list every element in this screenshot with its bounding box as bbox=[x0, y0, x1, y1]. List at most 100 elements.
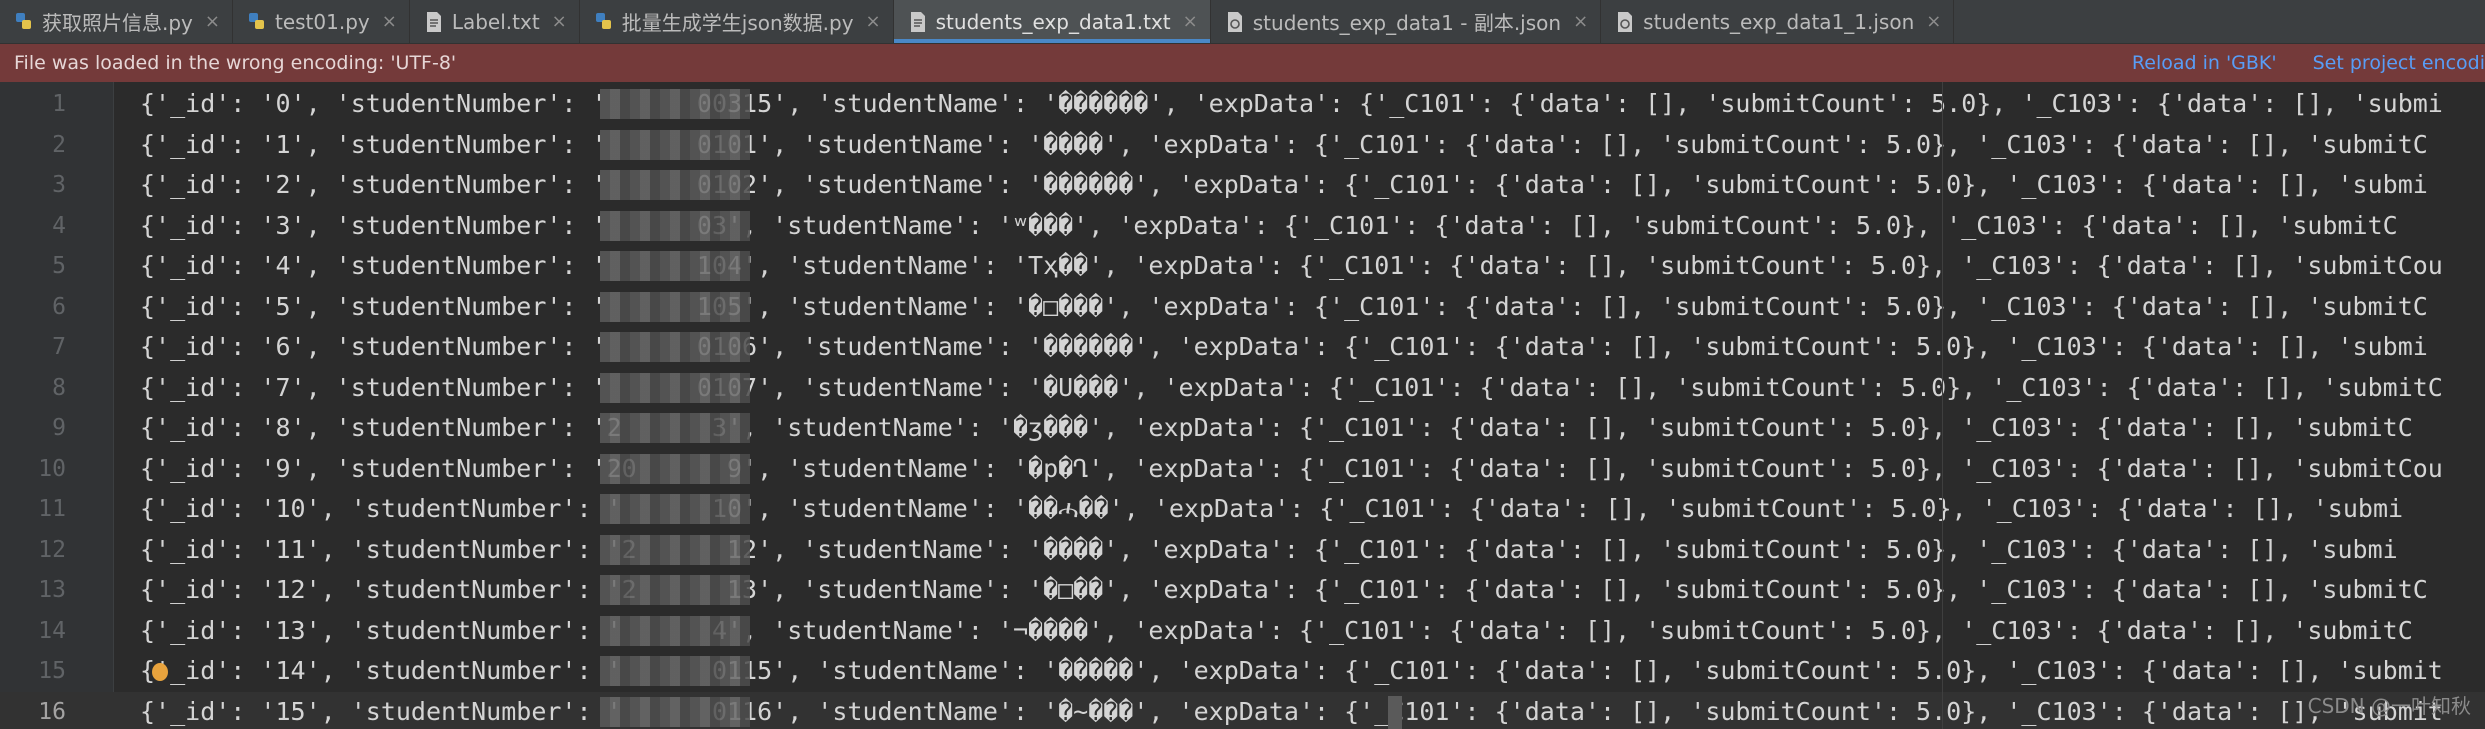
python-file-icon bbox=[247, 11, 267, 33]
code-line[interactable]: 6 {'_id': '5', 'studentNumber': ' 105', '… bbox=[0, 287, 2485, 328]
code-line[interactable]: 10 {'_id': '9', 'studentNumber': '20 9', … bbox=[0, 449, 2485, 490]
redaction-mosaic bbox=[600, 656, 750, 686]
code-text: {'_id': '6', 'studentNumber': ' 0106', '… bbox=[140, 332, 2428, 361]
reload-in-gbk-link[interactable]: Reload in 'GBK' bbox=[2132, 52, 2277, 74]
python-file-icon bbox=[594, 11, 614, 33]
code-text: {'_id': '12', 'studentNumber': '2 13', '… bbox=[140, 575, 2428, 604]
redaction-mosaic bbox=[600, 89, 750, 119]
redaction-mosaic bbox=[600, 534, 750, 565]
tab-3[interactable]: 批量生成学生json数据.py × bbox=[580, 0, 894, 43]
close-icon[interactable]: × bbox=[382, 11, 397, 32]
right-margin-guide bbox=[1942, 82, 1943, 729]
code-line[interactable]: 3 {'_id': '2', 'studentNumber': ' 0102', … bbox=[0, 165, 2485, 206]
line-number: 2 bbox=[52, 131, 66, 158]
text-cursor bbox=[1388, 695, 1402, 729]
redaction-mosaic bbox=[600, 291, 750, 322]
line-number: 1 bbox=[52, 91, 66, 117]
line-number: 7 bbox=[52, 334, 66, 360]
code-text: {'_id': '14', 'studentNumber': ' 0115', … bbox=[140, 656, 2443, 685]
code-line[interactable]: 5 {'_id': '4', 'studentNumber': ' 104', '… bbox=[0, 246, 2485, 287]
redaction-mosaic bbox=[600, 372, 750, 403]
json-file-icon bbox=[1615, 11, 1635, 33]
editor-tab-bar: 获取照片信息.py × test01.py × Label.txt × 批量生成学生json… bbox=[0, 0, 2485, 44]
line-number: 6 bbox=[52, 293, 66, 320]
code-line[interactable]: 2 {'_id': '1', 'studentNumber': ' 0101', … bbox=[0, 125, 2485, 166]
code-line[interactable]: 11 {'_id': '10', 'studentNumber': ' 10', … bbox=[0, 489, 2485, 530]
tab-1[interactable]: test01.py × bbox=[233, 0, 410, 43]
csdn-watermark: CSDN @一叶知秋 bbox=[2307, 694, 2471, 718]
code-line[interactable]: 13 {'_id': '12', 'studentNumber': '2 13',… bbox=[0, 570, 2485, 611]
text-file-icon bbox=[908, 11, 928, 33]
tab-label: Label.txt bbox=[451, 9, 540, 34]
encoding-warning-banner: File was loaded in the wrong encoding: '… bbox=[0, 44, 2485, 82]
close-icon[interactable]: × bbox=[1926, 11, 1941, 32]
python-file-icon bbox=[14, 11, 34, 33]
code-text: {'_id': '8', 'studentNumber': '2 3', 'st… bbox=[140, 413, 2413, 442]
tab-0[interactable]: 获取照片信息.py × bbox=[0, 0, 233, 43]
code-text: {'_id': '11', 'studentNumber': '2 12', '… bbox=[140, 534, 2398, 564]
code-line[interactable]: 9 {'_id': '8', 'studentNumber': '2 3', 's… bbox=[0, 408, 2485, 449]
tab-label: students_exp_data1_1.json bbox=[1643, 9, 1915, 34]
close-icon[interactable]: × bbox=[552, 11, 567, 32]
line-number: 12 bbox=[38, 536, 66, 563]
redaction-mosaic bbox=[600, 332, 750, 362]
redaction-mosaic bbox=[600, 494, 750, 524]
code-line[interactable]: 8 {'_id': '7', 'studentNumber': ' 0107', … bbox=[0, 368, 2485, 409]
code-text: {'_id': '3', 'studentNumber': ' 03', 'st… bbox=[140, 210, 2398, 240]
code-text: {'_id': '15', 'studentNumber': ' 0116', … bbox=[140, 696, 2443, 726]
code-text: {'_id': '0', 'studentNumber': ' 00315', … bbox=[140, 89, 2443, 118]
redaction-mosaic bbox=[600, 453, 750, 484]
code-text: {'_id': '2', 'studentNumber': ' 0102', '… bbox=[140, 170, 2428, 199]
redaction-mosaic bbox=[600, 210, 750, 241]
redaction-mosaic bbox=[600, 696, 750, 727]
code-line[interactable]: 7 {'_id': '6', 'studentNumber': ' 0106', … bbox=[0, 327, 2485, 368]
tab-2[interactable]: Label.txt × bbox=[410, 0, 580, 43]
close-icon[interactable]: × bbox=[1183, 11, 1198, 32]
line-number: 11 bbox=[38, 496, 66, 522]
line-number: 16 bbox=[38, 698, 66, 725]
lightbulb-icon[interactable] bbox=[152, 663, 168, 681]
tab-6[interactable]: students_exp_data1_1.json × bbox=[1601, 0, 1955, 43]
line-number: 15 bbox=[38, 658, 66, 684]
line-number: 10 bbox=[38, 455, 66, 482]
tab-label: 获取照片信息.py bbox=[42, 11, 193, 35]
set-project-encoding-link[interactable]: Set project encodi bbox=[2313, 52, 2485, 74]
encoding-warning-message: File was loaded in the wrong encoding: '… bbox=[14, 52, 457, 74]
redaction-mosaic bbox=[600, 251, 750, 281]
tab-label: 批量生成学生json数据.py bbox=[621, 11, 854, 35]
code-line[interactable]: 1 {'_id': '0', 'studentNumber': ' 00315',… bbox=[0, 84, 2485, 125]
tab-4[interactable]: students_exp_data1.txt × bbox=[893, 0, 1211, 43]
json-file-icon bbox=[1225, 11, 1245, 33]
code-text: {'_id': '4', 'studentNumber': ' 104', 's… bbox=[140, 251, 2443, 280]
code-line[interactable]: 16 {'_id': '15', 'studentNumber': ' 0116'… bbox=[0, 691, 2485, 729]
redaction-mosaic bbox=[600, 615, 750, 646]
line-number: 5 bbox=[52, 253, 66, 279]
code-line[interactable]: 15 {'_id': '14', 'studentNumber': ' 0115'… bbox=[0, 651, 2485, 692]
redaction-mosaic bbox=[600, 413, 750, 443]
code-text: {'_id': '5', 'studentNumber': ' 105', 's… bbox=[140, 291, 2428, 321]
code-line[interactable]: 14 {'_id': '13', 'studentNumber': ' 4', '… bbox=[0, 611, 2485, 652]
close-icon[interactable]: × bbox=[205, 11, 220, 32]
code-text: {'_id': '9', 'studentNumber': '20 9', 's… bbox=[140, 453, 2443, 483]
tab-5[interactable]: students_exp_data1 - 副本.json × bbox=[1211, 0, 1602, 43]
line-number: 14 bbox=[38, 617, 66, 644]
code-line[interactable]: 12 {'_id': '11', 'studentNumber': '2 12',… bbox=[0, 530, 2485, 571]
code-text: {'_id': '13', 'studentNumber': ' 4', 'st… bbox=[140, 615, 2413, 645]
line-number: 8 bbox=[52, 374, 66, 401]
line-number: 13 bbox=[38, 577, 66, 603]
tab-label: students_exp_data1 - 副本.json bbox=[1252, 11, 1562, 35]
redaction-mosaic bbox=[600, 575, 750, 605]
code-text: {'_id': '7', 'studentNumber': ' 0107', '… bbox=[140, 372, 2443, 402]
line-number: 9 bbox=[52, 415, 66, 441]
line-number: 4 bbox=[52, 212, 66, 239]
code-editor[interactable]: 1 {'_id': '0', 'studentNumber': ' 00315',… bbox=[0, 82, 2485, 729]
code-text: {'_id': '1', 'studentNumber': ' 0101', '… bbox=[140, 129, 2428, 159]
tab-label: students_exp_data1.txt bbox=[935, 9, 1171, 34]
code-text: {'_id': '10', 'studentNumber': ' 10', 's… bbox=[140, 494, 2404, 523]
close-icon[interactable]: × bbox=[1573, 11, 1588, 32]
code-line[interactable]: 4 {'_id': '3', 'studentNumber': ' 03', 's… bbox=[0, 206, 2485, 247]
redaction-mosaic bbox=[600, 129, 750, 160]
tab-label: test01.py bbox=[274, 9, 370, 34]
line-number: 3 bbox=[52, 172, 66, 198]
close-icon[interactable]: × bbox=[866, 11, 881, 32]
